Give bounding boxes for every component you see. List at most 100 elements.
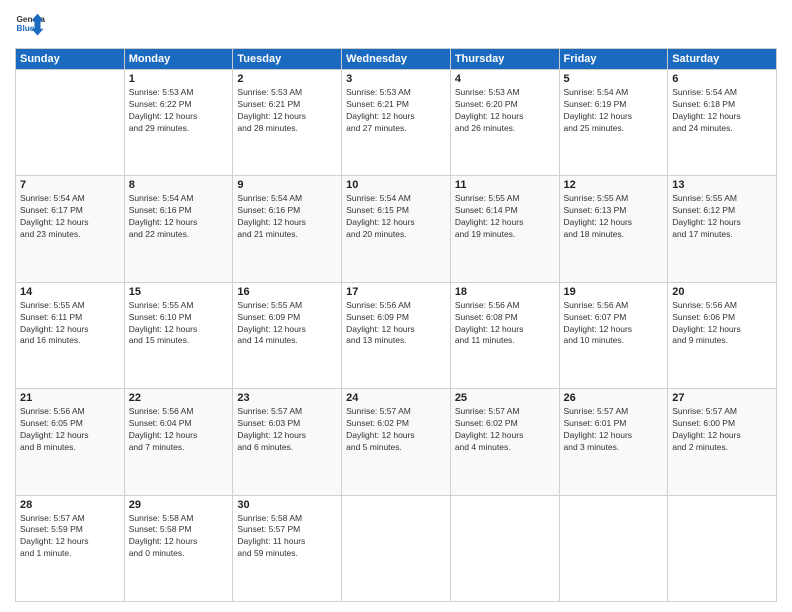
calendar-header-wednesday: Wednesday (342, 49, 451, 70)
day-number: 4 (455, 73, 555, 85)
calendar-cell: 3 Sunrise: 5:53 AM Sunset: 6:21 PM Daylig… (342, 70, 451, 176)
calendar-cell: 24 Sunrise: 5:57 AM Sunset: 6:02 PM Dayli… (342, 389, 451, 495)
calendar-cell (16, 70, 125, 176)
day-number: 27 (672, 392, 772, 404)
day-info: Sunrise: 5:55 AM Sunset: 6:13 PM Dayligh… (564, 193, 664, 241)
day-info: Sunrise: 5:55 AM Sunset: 6:14 PM Dayligh… (455, 193, 555, 241)
calendar-cell: 28 Sunrise: 5:57 AM Sunset: 5:59 PM Dayli… (16, 495, 125, 601)
header: General Blue (15, 10, 777, 40)
calendar-cell: 27 Sunrise: 5:57 AM Sunset: 6:00 PM Dayli… (668, 389, 777, 495)
day-number: 9 (237, 179, 337, 191)
svg-text:Blue: Blue (17, 24, 35, 33)
day-number: 11 (455, 179, 555, 191)
day-number: 20 (672, 286, 772, 298)
day-info: Sunrise: 5:56 AM Sunset: 6:05 PM Dayligh… (20, 406, 120, 454)
day-number: 28 (20, 499, 120, 511)
day-number: 29 (129, 499, 229, 511)
day-number: 1 (129, 73, 229, 85)
calendar-cell: 2 Sunrise: 5:53 AM Sunset: 6:21 PM Daylig… (233, 70, 342, 176)
day-info: Sunrise: 5:56 AM Sunset: 6:09 PM Dayligh… (346, 300, 446, 348)
calendar-cell: 9 Sunrise: 5:54 AM Sunset: 6:16 PM Daylig… (233, 176, 342, 282)
calendar-header-saturday: Saturday (668, 49, 777, 70)
calendar-header-sunday: Sunday (16, 49, 125, 70)
calendar-table: SundayMondayTuesdayWednesdayThursdayFrid… (15, 48, 777, 602)
day-number: 14 (20, 286, 120, 298)
day-number: 3 (346, 73, 446, 85)
day-info: Sunrise: 5:53 AM Sunset: 6:20 PM Dayligh… (455, 87, 555, 135)
calendar-cell (450, 495, 559, 601)
calendar-cell: 10Sunrise: 5:54 AM Sunset: 6:15 PM Dayli… (342, 176, 451, 282)
calendar-cell: 21 Sunrise: 5:56 AM Sunset: 6:05 PM Dayli… (16, 389, 125, 495)
day-number: 17 (346, 286, 446, 298)
calendar-header-monday: Monday (124, 49, 233, 70)
day-info: Sunrise: 5:57 AM Sunset: 6:01 PM Dayligh… (564, 406, 664, 454)
calendar-cell: 25 Sunrise: 5:57 AM Sunset: 6:02 PM Dayli… (450, 389, 559, 495)
calendar-cell: 7 Sunrise: 5:54 AM Sunset: 6:17 PM Daylig… (16, 176, 125, 282)
day-info: Sunrise: 5:53 AM Sunset: 6:21 PM Dayligh… (237, 87, 337, 135)
page: General Blue SundayMondayTuesdayWednesda… (0, 0, 792, 612)
calendar-cell: 4 Sunrise: 5:53 AM Sunset: 6:20 PM Daylig… (450, 70, 559, 176)
day-info: Sunrise: 5:56 AM Sunset: 6:06 PM Dayligh… (672, 300, 772, 348)
day-number: 24 (346, 392, 446, 404)
calendar-cell (342, 495, 451, 601)
day-info: Sunrise: 5:57 AM Sunset: 6:00 PM Dayligh… (672, 406, 772, 454)
day-number: 16 (237, 286, 337, 298)
day-info: Sunrise: 5:57 AM Sunset: 6:02 PM Dayligh… (455, 406, 555, 454)
calendar-cell: 18 Sunrise: 5:56 AM Sunset: 6:08 PM Dayli… (450, 282, 559, 388)
day-number: 19 (564, 286, 664, 298)
day-info: Sunrise: 5:55 AM Sunset: 6:10 PM Dayligh… (129, 300, 229, 348)
day-number: 5 (564, 73, 664, 85)
day-number: 13 (672, 179, 772, 191)
calendar-header-row: SundayMondayTuesdayWednesdayThursdayFrid… (16, 49, 777, 70)
day-info: Sunrise: 5:55 AM Sunset: 6:09 PM Dayligh… (237, 300, 337, 348)
calendar-cell: 13 Sunrise: 5:55 AM Sunset: 6:12 PM Dayli… (668, 176, 777, 282)
calendar-week-1: 1 Sunrise: 5:53 AM Sunset: 6:22 PM Daylig… (16, 70, 777, 176)
day-number: 26 (564, 392, 664, 404)
day-info: Sunrise: 5:54 AM Sunset: 6:18 PM Dayligh… (672, 87, 772, 135)
day-info: Sunrise: 5:54 AM Sunset: 6:16 PM Dayligh… (129, 193, 229, 241)
day-info: Sunrise: 5:56 AM Sunset: 6:08 PM Dayligh… (455, 300, 555, 348)
day-info: Sunrise: 5:53 AM Sunset: 6:22 PM Dayligh… (129, 87, 229, 135)
calendar-header-thursday: Thursday (450, 49, 559, 70)
day-info: Sunrise: 5:57 AM Sunset: 5:59 PM Dayligh… (20, 513, 120, 561)
logo-icon: General Blue (15, 10, 45, 40)
day-number: 21 (20, 392, 120, 404)
day-number: 23 (237, 392, 337, 404)
calendar-cell: 15 Sunrise: 5:55 AM Sunset: 6:10 PM Dayli… (124, 282, 233, 388)
calendar-cell: 1 Sunrise: 5:53 AM Sunset: 6:22 PM Daylig… (124, 70, 233, 176)
day-number: 18 (455, 286, 555, 298)
day-number: 25 (455, 392, 555, 404)
day-info: Sunrise: 5:57 AM Sunset: 6:03 PM Dayligh… (237, 406, 337, 454)
calendar-cell: 19 Sunrise: 5:56 AM Sunset: 6:07 PM Dayli… (559, 282, 668, 388)
calendar-cell (668, 495, 777, 601)
calendar-cell: 11 Sunrise: 5:55 AM Sunset: 6:14 PM Dayli… (450, 176, 559, 282)
calendar-cell: 22 Sunrise: 5:56 AM Sunset: 6:04 PM Dayli… (124, 389, 233, 495)
calendar-cell: 26 Sunrise: 5:57 AM Sunset: 6:01 PM Dayli… (559, 389, 668, 495)
calendar-week-5: 28 Sunrise: 5:57 AM Sunset: 5:59 PM Dayli… (16, 495, 777, 601)
calendar-cell: 20 Sunrise: 5:56 AM Sunset: 6:06 PM Dayli… (668, 282, 777, 388)
calendar-cell: 23 Sunrise: 5:57 AM Sunset: 6:03 PM Dayli… (233, 389, 342, 495)
day-info: Sunrise: 5:54 AM Sunset: 6:19 PM Dayligh… (564, 87, 664, 135)
day-info: Sunrise: 5:55 AM Sunset: 6:12 PM Dayligh… (672, 193, 772, 241)
day-number: 8 (129, 179, 229, 191)
day-info: Sunrise: 5:55 AM Sunset: 6:11 PM Dayligh… (20, 300, 120, 348)
day-number: 30 (237, 499, 337, 511)
calendar-cell (559, 495, 668, 601)
day-number: 2 (237, 73, 337, 85)
day-info: Sunrise: 5:56 AM Sunset: 6:07 PM Dayligh… (564, 300, 664, 348)
day-info: Sunrise: 5:58 AM Sunset: 5:58 PM Dayligh… (129, 513, 229, 561)
day-number: 22 (129, 392, 229, 404)
day-info: Sunrise: 5:56 AM Sunset: 6:04 PM Dayligh… (129, 406, 229, 454)
day-info: Sunrise: 5:57 AM Sunset: 6:02 PM Dayligh… (346, 406, 446, 454)
day-info: Sunrise: 5:54 AM Sunset: 6:16 PM Dayligh… (237, 193, 337, 241)
calendar-cell: 29 Sunrise: 5:58 AM Sunset: 5:58 PM Dayli… (124, 495, 233, 601)
calendar-cell: 17 Sunrise: 5:56 AM Sunset: 6:09 PM Dayli… (342, 282, 451, 388)
day-number: 7 (20, 179, 120, 191)
day-info: Sunrise: 5:54 AM Sunset: 6:17 PM Dayligh… (20, 193, 120, 241)
calendar-cell: 16 Sunrise: 5:55 AM Sunset: 6:09 PM Dayli… (233, 282, 342, 388)
calendar-week-3: 14 Sunrise: 5:55 AM Sunset: 6:11 PM Dayli… (16, 282, 777, 388)
day-number: 10 (346, 179, 446, 191)
calendar-cell: 8 Sunrise: 5:54 AM Sunset: 6:16 PM Daylig… (124, 176, 233, 282)
day-number: 15 (129, 286, 229, 298)
day-info: Sunrise: 5:53 AM Sunset: 6:21 PM Dayligh… (346, 87, 446, 135)
